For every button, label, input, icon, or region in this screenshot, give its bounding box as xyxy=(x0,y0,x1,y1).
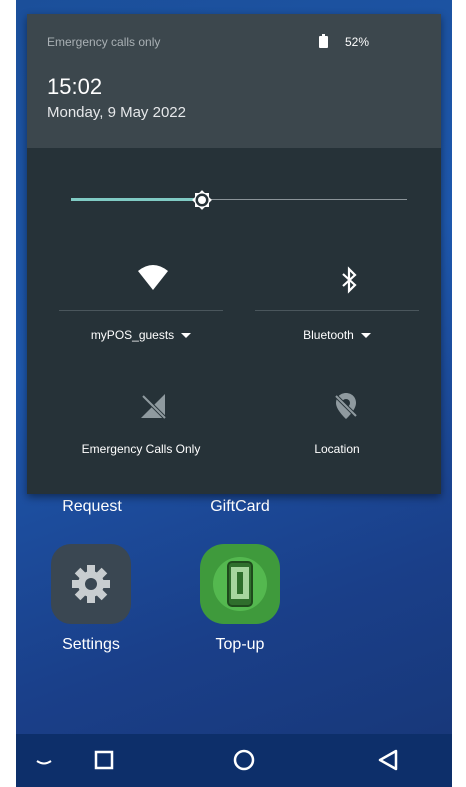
bluetooth-label: Bluetooth xyxy=(303,328,354,342)
back-icon[interactable] xyxy=(372,744,404,776)
carrier-status: Emergency calls only xyxy=(47,35,161,49)
wifi-network-label: myPOS_guests xyxy=(90,328,175,342)
settings-gear-icon xyxy=(72,565,110,603)
device-screen: Request GiftCard Settings Top-up Emergen… xyxy=(16,0,452,787)
topup-app-icon[interactable] xyxy=(200,544,280,624)
quick-settings-header: Emergency calls only 52% 15:02 Monday, 9… xyxy=(27,14,441,148)
topup-phone-icon xyxy=(213,557,267,611)
tile-divider xyxy=(59,310,223,311)
app-label-settings[interactable]: Settings xyxy=(43,636,139,654)
chevron-down-icon xyxy=(360,333,371,339)
bluetooth-icon[interactable] xyxy=(333,264,365,296)
navigation-bar xyxy=(16,734,452,787)
clock-date[interactable]: Monday, 9 May 2022 xyxy=(47,104,186,121)
battery-percent: 52% xyxy=(345,35,370,49)
home-icon[interactable] xyxy=(228,744,260,776)
clock-time[interactable]: 15:02 xyxy=(47,74,102,100)
app-label-topup[interactable]: Top-up xyxy=(192,636,288,654)
location-label: Location xyxy=(314,442,360,456)
settings-app-icon[interactable] xyxy=(51,544,131,624)
battery-icon xyxy=(319,34,328,48)
recents-icon[interactable] xyxy=(88,744,120,776)
collapse-icon[interactable] xyxy=(28,744,60,776)
location-off-icon[interactable] xyxy=(330,390,362,422)
wifi-icon[interactable] xyxy=(137,262,169,294)
wifi-network-dropdown[interactable]: myPOS_guests xyxy=(59,328,223,342)
brightness-slider[interactable] xyxy=(71,188,411,212)
tile-divider xyxy=(255,310,419,311)
chevron-down-icon xyxy=(181,333,192,339)
brightness-icon[interactable] xyxy=(188,186,216,214)
bluetooth-dropdown[interactable]: Bluetooth xyxy=(255,328,419,342)
app-label-giftcard[interactable]: GiftCard xyxy=(192,498,288,516)
no-signal-icon[interactable] xyxy=(137,390,169,422)
slider-fill xyxy=(71,198,202,201)
quick-settings-panel: Emergency calls only 52% 15:02 Monday, 9… xyxy=(27,14,441,494)
app-label-request[interactable]: Request xyxy=(44,498,140,516)
emergency-calls-label: Emergency Calls Only xyxy=(81,442,201,456)
